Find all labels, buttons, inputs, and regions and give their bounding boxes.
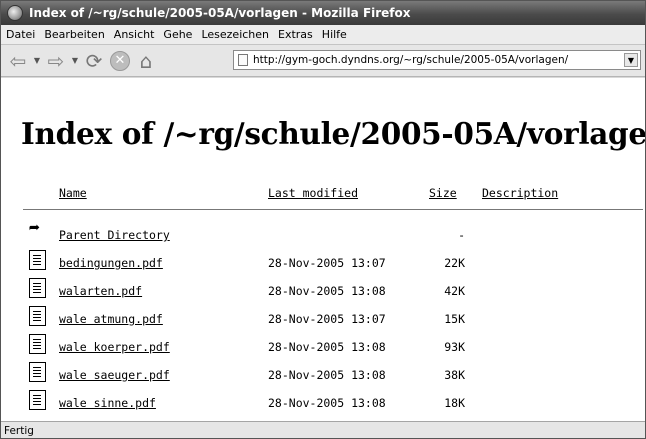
- document-icon: [29, 306, 46, 326]
- file-size: -: [458, 228, 465, 242]
- stop-icon: ✕: [110, 50, 130, 71]
- menu-datei[interactable]: Datei: [4, 28, 42, 41]
- file-modified: 28-Nov-2005 13:07: [268, 312, 386, 326]
- column-header-size[interactable]: Size: [429, 186, 457, 200]
- document-icon: [29, 334, 46, 354]
- file-modified: 28-Nov-2005 13:07: [268, 256, 386, 270]
- file-link[interactable]: wale sinne.pdf: [59, 396, 156, 410]
- list-item: wale saeuger.pdf 28-Nov-2005 13:08 38K: [25, 360, 625, 388]
- browser-window: Index of /~rg/schule/2005-05A/vorlagen -…: [0, 0, 646, 439]
- page-icon: [238, 54, 248, 66]
- file-size: 15K: [444, 312, 465, 326]
- column-header-description[interactable]: Description: [482, 186, 558, 200]
- menu-bearbeiten[interactable]: Bearbeiten: [42, 28, 111, 41]
- status-bar: Fertig: [1, 421, 645, 438]
- file-modified: 28-Nov-2005 13:08: [268, 396, 386, 410]
- file-modified: 28-Nov-2005 13:08: [268, 284, 386, 298]
- file-link[interactable]: wale saeuger.pdf: [59, 368, 170, 382]
- file-link[interactable]: walarten.pdf: [59, 284, 142, 298]
- page-title: Index of /~rg/schule/2005-05A/vorlagen: [21, 116, 645, 151]
- file-size: 18K: [444, 396, 465, 410]
- document-icon: [29, 278, 46, 298]
- document-icon: [29, 362, 46, 382]
- file-modified: 28-Nov-2005 13:08: [268, 368, 386, 382]
- list-item: bedingungen.pdf 28-Nov-2005 13:07 22K: [25, 248, 625, 276]
- url-dropdown-icon[interactable]: ▼: [624, 53, 638, 67]
- home-icon[interactable]: ⌂: [133, 49, 159, 73]
- list-item: wale sinne.pdf 28-Nov-2005 13:08 18K: [25, 388, 625, 416]
- file-size: 42K: [444, 284, 465, 298]
- file-link[interactable]: wale atmung.pdf: [59, 312, 163, 326]
- back-dropdown-icon[interactable]: ▼: [31, 49, 43, 73]
- document-icon: [29, 250, 46, 270]
- title-bar: Index of /~rg/schule/2005-05A/vorlagen -…: [1, 1, 645, 25]
- window-title: Index of /~rg/schule/2005-05A/vorlagen -…: [29, 6, 411, 20]
- file-link[interactable]: wale koerper.pdf: [59, 340, 170, 354]
- menu-bar: Datei Bearbeiten Ansicht Gehe Lesezeiche…: [1, 25, 645, 45]
- firefox-icon: [7, 5, 23, 21]
- list-item: wale koerper.pdf 28-Nov-2005 13:08 93K: [25, 332, 625, 360]
- document-icon: [29, 390, 46, 410]
- column-header-name[interactable]: Name: [59, 186, 87, 200]
- list-item: wale atmung.pdf 28-Nov-2005 13:07 15K: [25, 304, 625, 332]
- menu-hilfe[interactable]: Hilfe: [320, 28, 354, 41]
- menu-lesezeichen[interactable]: Lesezeichen: [199, 28, 276, 41]
- file-size: 93K: [444, 340, 465, 354]
- list-item: ➦ Parent Directory -: [25, 218, 625, 248]
- navigation-toolbar: ⇦ ▼ ⇨ ▼ ⟳ ✕ ⌂ ▼: [1, 45, 645, 77]
- column-header-last-modified[interactable]: Last modified: [268, 186, 358, 200]
- url-input[interactable]: [253, 54, 608, 66]
- forward-dropdown-icon[interactable]: ▼: [69, 49, 81, 73]
- list-item: walarten.pdf 28-Nov-2005 13:08 42K: [25, 276, 625, 304]
- forward-arrow-icon[interactable]: ⇨: [43, 49, 69, 73]
- address-bar[interactable]: ▼: [233, 50, 641, 70]
- file-link[interactable]: Parent Directory: [59, 228, 170, 242]
- back-arrow-icon: ➦: [29, 218, 40, 239]
- back-arrow-icon[interactable]: ⇦: [5, 49, 31, 73]
- page-content: Index of /~rg/schule/2005-05A/vorlagen N…: [1, 78, 645, 421]
- menu-gehe[interactable]: Gehe: [161, 28, 199, 41]
- file-size: 38K: [444, 368, 465, 382]
- file-link[interactable]: bedingungen.pdf: [59, 256, 163, 270]
- reload-icon[interactable]: ⟳: [81, 49, 107, 73]
- status-text: Fertig: [4, 425, 34, 437]
- menu-ansicht[interactable]: Ansicht: [112, 28, 162, 41]
- file-size: 22K: [444, 256, 465, 270]
- header-divider: [23, 209, 643, 210]
- menu-extras[interactable]: Extras: [276, 28, 320, 41]
- file-modified: 28-Nov-2005 13:08: [268, 340, 386, 354]
- stop-button[interactable]: ✕: [107, 49, 133, 73]
